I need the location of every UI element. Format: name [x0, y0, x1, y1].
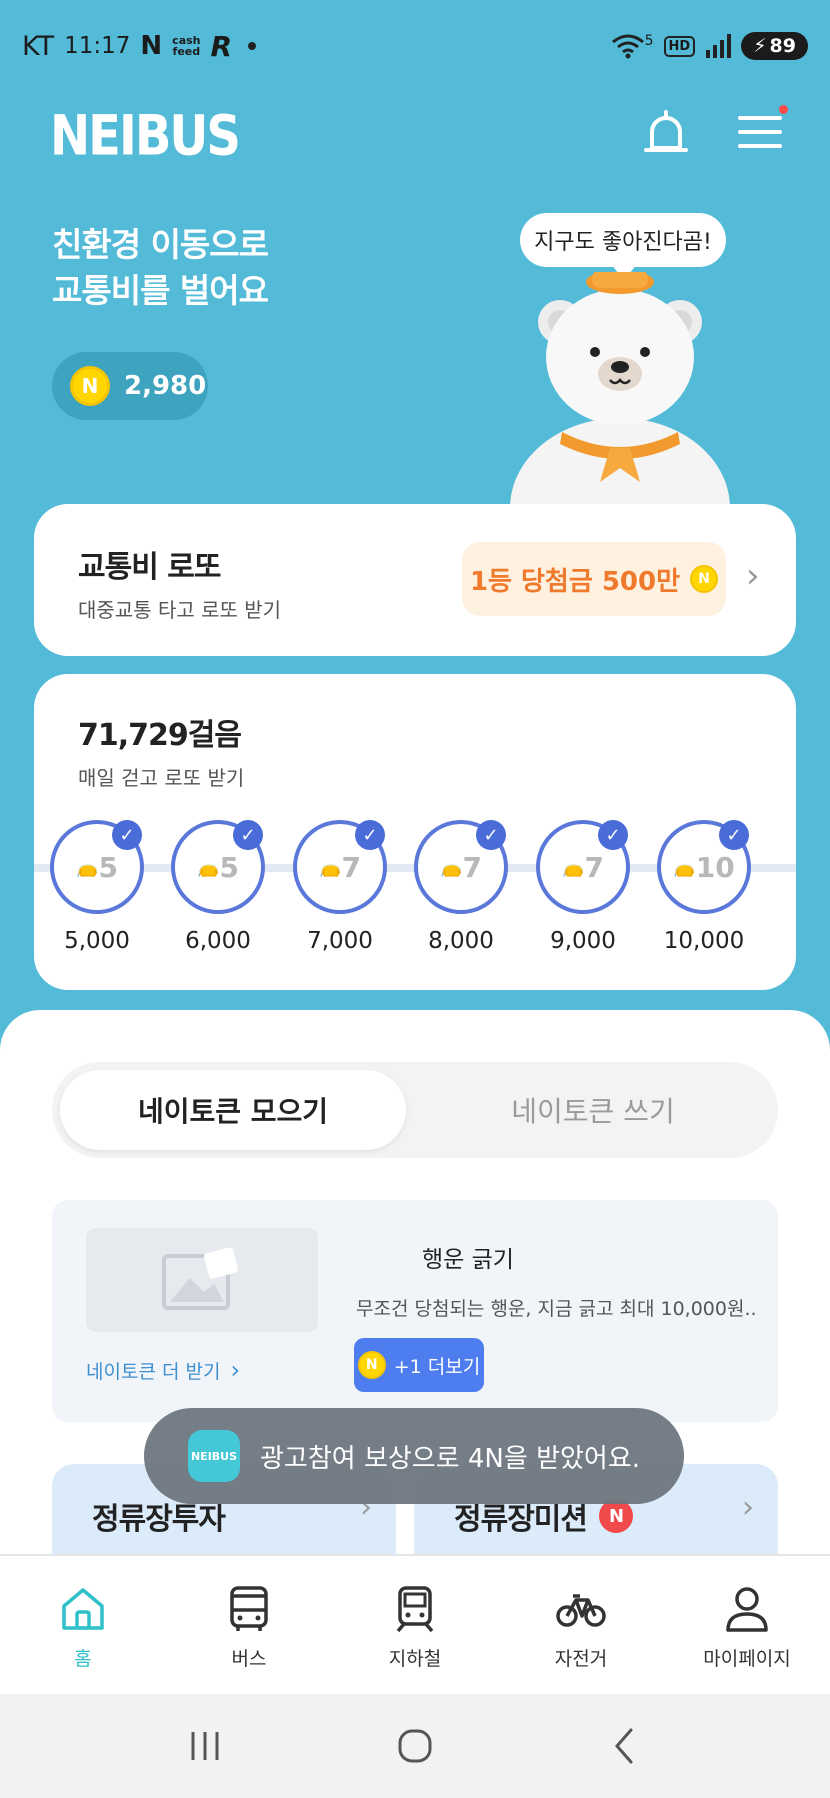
coin-balance: 2,980 — [124, 371, 207, 401]
bell-icon[interactable] — [640, 108, 692, 160]
lotto-card[interactable]: 교통비 로또 대중교통 타고 로또 받기 1등 당첨금 500만 N › — [34, 504, 796, 656]
bus-icon — [230, 1586, 268, 1631]
lotto-subtitle: 대중교통 타고 로또 받기 — [78, 598, 282, 622]
steps-count: 71,729걸음 — [78, 718, 242, 753]
subway-icon — [396, 1586, 434, 1633]
lotto-title: 교통비 로또 — [78, 550, 221, 585]
milestone-reward-circle: 👝 7 ✓ — [536, 820, 630, 914]
nav-bicycle[interactable]: 자전거 — [498, 1556, 664, 1694]
milestone-reward-circle: 👝 5 ✓ — [50, 820, 144, 914]
step-milestone[interactable]: 👝 7 ✓ 9,000 — [533, 820, 633, 954]
reward-toast: NEIBUS 광고참여 보상으로 4N을 받았어요. — [144, 1408, 684, 1504]
offer-more-button[interactable]: N +1 더보기 — [354, 1338, 484, 1392]
milestone-reward-circle: 👝 7 ✓ — [293, 820, 387, 914]
milestone-label: 5,000 — [64, 928, 130, 954]
step-milestone[interactable]: 👝 5 ✓ 6,000 — [168, 820, 268, 954]
image-placeholder-icon — [86, 1228, 318, 1332]
coin-icon: N — [690, 565, 719, 593]
bear-mascot-illustration — [510, 272, 730, 508]
milestone-label: 8,000 — [428, 928, 494, 954]
check-icon: ✓ — [233, 820, 263, 850]
hero-title: 친환경 이동으로 교통비를 벌어요 — [52, 225, 269, 310]
check-icon: ✓ — [112, 820, 142, 850]
steps-subtitle: 매일 걷고 로또 받기 — [78, 766, 245, 790]
new-badge: N — [599, 1499, 633, 1533]
milestone-label: 10,000 — [663, 928, 745, 954]
milestone-label: 6,000 — [185, 928, 251, 954]
step-milestone[interactable]: 👝 10 ✓ 10,000 — [654, 820, 754, 954]
milestone-reward-circle: 👝 5 ✓ — [171, 820, 265, 914]
coin-icon: N — [70, 366, 110, 406]
reward-bag-icon: 👝 — [440, 856, 463, 878]
neibus-logo-icon: NEIBUS — [188, 1430, 240, 1482]
milestone-reward-circle: 👝 7 ✓ — [414, 820, 508, 914]
more-tokens-link[interactable]: 네이토큰 더 받기 › — [86, 1356, 240, 1384]
offer-card[interactable]: 네이토큰 더 받기 › 행운 긁기 무조건 당첨되는 행운, 지금 긁고 최대 … — [52, 1200, 778, 1422]
network-type: 5 — [644, 33, 654, 49]
check-icon: ✓ — [355, 820, 385, 850]
menu-notification-dot — [779, 105, 788, 114]
tab-collect-tokens[interactable]: 네이토큰 모으기 — [60, 1070, 406, 1150]
bicycle-icon — [556, 1594, 606, 1627]
status-bar: KT 11:17 N cash feed R 5 HD ⚡ 89 — [0, 0, 830, 92]
system-navigation-bar — [0, 1694, 830, 1798]
check-icon: ✓ — [719, 820, 749, 850]
nav-home[interactable]: 홈 — [0, 1556, 166, 1694]
mascot-speech-bubble: 지구도 좋아진다곰! — [520, 213, 726, 281]
nav-subway[interactable]: 지하철 — [332, 1556, 498, 1694]
recent-apps-icon[interactable] — [185, 1726, 225, 1766]
reward-bag-icon: 👝 — [197, 856, 220, 878]
bottom-navigation: 홈 버스 지하철 자전거 마이페이지 — [0, 1554, 830, 1694]
hd-voice-icon: HD — [663, 35, 696, 57]
steps-card[interactable]: 71,729걸음 매일 걷고 로또 받기 👝 5 ✓ 5,000 👝 5 ✓ 6,0… — [34, 674, 796, 990]
wifi-icon — [611, 34, 644, 59]
coin-balance-pill[interactable]: N 2,980 — [52, 352, 208, 420]
app-logo: NEIBUS — [50, 103, 241, 169]
reward-bag-icon: 👝 — [673, 856, 696, 878]
home-icon — [62, 1588, 104, 1630]
carrier-label: KT — [22, 30, 55, 62]
step-milestone[interactable]: 👝 7 ✓ 7,000 — [290, 820, 390, 954]
nav-bus[interactable]: 버스 — [166, 1556, 332, 1694]
signal-icon — [706, 34, 732, 58]
tab-use-tokens[interactable]: 네이토큰 쓰기 — [420, 1070, 766, 1150]
chevron-right-icon: › — [742, 1490, 754, 1525]
check-icon: ✓ — [598, 820, 628, 850]
naver-notification-icon: N — [140, 31, 163, 61]
chevron-right-icon: › — [230, 1356, 241, 1384]
nav-mypage[interactable]: 마이페이지 — [664, 1556, 830, 1694]
more-notifications-icon — [248, 42, 257, 50]
check-icon: ✓ — [476, 820, 506, 850]
app-notification-icon: R — [210, 29, 233, 63]
milestone-label: 9,000 — [550, 928, 616, 954]
clock: 11:17 — [64, 33, 131, 59]
step-milestone[interactable]: 👝 5 ✓ 5,000 — [47, 820, 147, 954]
offer-description: 무조건 당첨되는 행운, 지금 긁고 최대 10,000원... — [356, 1298, 756, 1320]
charging-icon: ⚡ — [753, 35, 767, 57]
reward-bag-icon: 👝 — [562, 856, 585, 878]
milestone-label: 7,000 — [307, 928, 373, 954]
toast-message: 광고참여 보상으로 4N을 받았어요. — [260, 1443, 641, 1474]
cashfeed-notification-icon: cash feed — [172, 34, 201, 58]
person-icon — [726, 1587, 768, 1632]
back-icon[interactable] — [605, 1726, 645, 1766]
reward-bag-icon: 👝 — [319, 856, 342, 878]
home-button-icon[interactable] — [395, 1726, 435, 1766]
coin-icon: N — [357, 1351, 386, 1379]
chevron-right-icon: › — [746, 556, 760, 596]
battery-indicator: ⚡ 89 — [741, 32, 808, 60]
offer-title: 행운 긁기 — [422, 1247, 514, 1273]
lotto-prize-badge: 1등 당첨금 500만 N — [462, 542, 726, 616]
reward-bag-icon: 👝 — [76, 856, 99, 878]
step-milestone[interactable]: 👝 7 ✓ 8,000 — [411, 820, 511, 954]
milestone-reward-circle: 👝 10 ✓ — [657, 820, 751, 914]
menu-icon[interactable] — [738, 110, 782, 154]
